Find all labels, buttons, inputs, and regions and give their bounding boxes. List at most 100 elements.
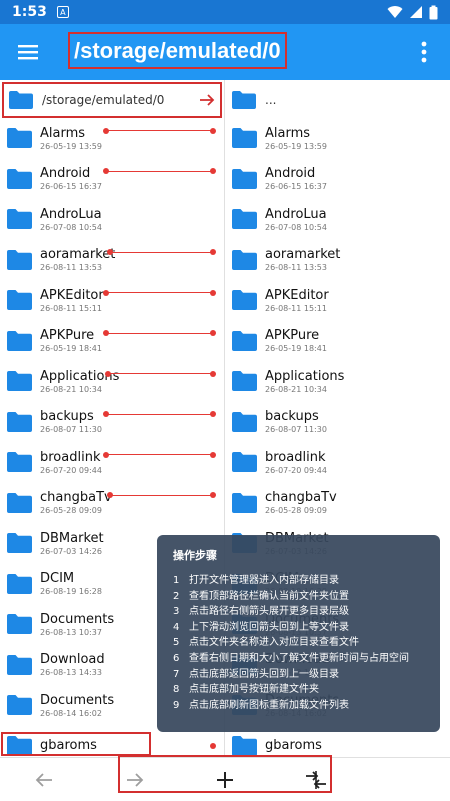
- folder-icon: [7, 128, 32, 149]
- folder-date: 26-08-07 11:30: [40, 425, 102, 435]
- folder-row[interactable]: Applications 26-08-21 10:34: [225, 361, 450, 402]
- folder-date: 26-08-11 15:11: [265, 303, 327, 313]
- folder-name: aoramarket: [265, 247, 341, 263]
- folder-name: Documents: [40, 692, 115, 708]
- annotation-dot: [210, 127, 216, 134]
- folder-name: broadlink: [265, 449, 326, 465]
- folder-row[interactable]: APKEditor 26-08-11 15:11: [0, 280, 224, 321]
- folder-row[interactable]: AndroLua 26-07-08 10:54: [225, 199, 450, 240]
- overlay-step: 1 打开文件管理器进入内部存储目录: [173, 573, 424, 589]
- folder-row[interactable]: broadlink 26-07-20 09:44: [0, 442, 224, 483]
- folder-icon: [7, 614, 32, 635]
- signal-icon: [410, 6, 422, 18]
- folder-row[interactable]: Alarms 26-05-19 13:59: [225, 118, 450, 159]
- step-number: 5: [173, 637, 180, 649]
- folder-name: gbaroms: [265, 738, 322, 754]
- folder-row[interactable]: broadlink 26-07-20 09:44: [225, 442, 450, 483]
- folder-icon: [7, 249, 32, 270]
- folder-row[interactable]: APKPure 26-05-19 18:41: [0, 321, 224, 362]
- folder-date: 26-08-21 10:34: [265, 384, 327, 394]
- folder-date: 26-08-14 16:02: [40, 708, 102, 718]
- folder-date: 26-07-08 10:54: [40, 222, 102, 232]
- folder-date: 26-05-19 13:59: [40, 141, 102, 151]
- more-options-button[interactable]: [404, 32, 444, 72]
- step-number: 4: [173, 621, 180, 633]
- folder-name: AndroLua: [40, 206, 102, 222]
- folder-icon: [7, 371, 32, 392]
- annotation-line: [103, 330, 216, 336]
- folder-date: 26-07-20 09:44: [265, 465, 327, 475]
- annotation-dot: [103, 168, 109, 174]
- folder-icon: [7, 492, 32, 513]
- overlay-step: 2 查看顶部路径栏确认当前文件夹位置: [173, 589, 424, 605]
- folder-texts: Download26-08-13 14:33: [40, 651, 105, 678]
- folder-icon: [232, 249, 257, 270]
- folder-row[interactable]: Android 26-06-15 16:37: [225, 159, 450, 200]
- folder-texts: APKPure 26-05-19 18:41: [265, 327, 327, 354]
- folder-name: changbaTv: [265, 490, 337, 506]
- folder-texts: gbaroms: [265, 737, 322, 754]
- folder-date: 26-07-20 09:44: [40, 465, 102, 475]
- overlay-title: 操作步骤: [173, 549, 217, 562]
- overlay-steps: 1 打开文件管理器进入内部存储目录 2 查看顶部路径栏确认当前文件夹位置 3 点击路径右侧…: [173, 573, 424, 713]
- annotation-line: [107, 249, 216, 255]
- annotation-dot: [210, 411, 216, 417]
- left-path-bar[interactable]: /storage/emulated/0: [2, 82, 222, 118]
- folder-icon: [232, 330, 257, 351]
- folder-row[interactable]: aoramarket 26-08-11 13:53: [225, 240, 450, 281]
- folder-icon: [232, 452, 257, 473]
- annotation-dot: [103, 330, 109, 336]
- arrow-right-icon[interactable]: [198, 91, 216, 109]
- folder-icon: [232, 168, 257, 189]
- arrow-left-icon: [35, 773, 52, 787]
- folder-texts: Android 26-06-15 16:37: [40, 165, 102, 192]
- folder-row[interactable]: Android 26-06-15 16:37: [0, 159, 224, 200]
- folder-name: AndroLua: [265, 206, 327, 222]
- step-number: 6: [173, 652, 180, 664]
- folder-texts: Applications 26-08-21 10:34: [265, 368, 344, 395]
- folder-icon: [7, 168, 32, 189]
- folder-row[interactable]: changbaTv 26-05-28 09:09: [225, 483, 450, 524]
- folder-texts: APKEditor 26-08-11 15:11: [40, 287, 104, 314]
- annotation-dot: [103, 411, 109, 417]
- step-text: 点击路径右侧箭头展开更多目录层级: [189, 606, 349, 618]
- folder-date: 26-08-11 13:53: [265, 263, 327, 273]
- annotation-dot: [210, 330, 216, 336]
- back-button[interactable]: [30, 766, 58, 794]
- annotation-dot: [107, 492, 113, 498]
- folder-row[interactable]: Applications 26-08-21 10:34: [0, 361, 224, 402]
- folder-row[interactable]: AndroLua 26-07-08 10:54: [0, 199, 224, 240]
- annotation-dot: [210, 289, 216, 296]
- folder-date: 26-05-19 18:41: [265, 344, 327, 354]
- folder-name: Android: [265, 166, 316, 182]
- folder-texts: DCIM26-08-19 16:28: [40, 570, 102, 597]
- folder-texts: backups 26-08-07 11:30: [40, 408, 102, 435]
- menu-button[interactable]: [0, 24, 56, 80]
- right-up-row[interactable]: ...: [227, 82, 448, 118]
- folder-row[interactable]: APKEditor 26-08-11 15:11: [225, 280, 450, 321]
- folder-name: Alarms: [265, 125, 311, 141]
- overlay-step: 3 点击路径右侧箭头展开更多目录层级: [173, 604, 424, 620]
- folder-row[interactable]: aoramarket 26-08-11 13:53: [0, 240, 224, 281]
- folder-date: 26-08-07 11:30: [265, 425, 327, 435]
- folder-row[interactable]: backups 26-08-07 11:30: [0, 402, 224, 443]
- folder-row[interactable]: changbaTv 26-05-28 09:09: [0, 483, 224, 524]
- folder-texts: Alarms 26-05-19 13:59: [265, 125, 327, 152]
- overlay-step: 9 点击底部刷新图标重新加载文件列表: [173, 698, 424, 714]
- annotation-dot: [210, 370, 216, 377]
- folder-row[interactable]: APKPure 26-05-19 18:41: [225, 321, 450, 362]
- folder-row[interactable]: backups 26-08-07 11:30: [225, 402, 450, 443]
- folder-name: backups: [40, 409, 94, 425]
- step-text: 点击底部返回箭头回到上一级目录: [189, 668, 339, 680]
- folder-row[interactable]: Alarms 26-05-19 13:59: [0, 118, 224, 159]
- annotation-dot: [210, 451, 216, 458]
- folder-date: 26-05-28 09:09: [265, 506, 327, 516]
- folder-date: 26-07-03 14:26: [40, 546, 102, 556]
- step-number: 8: [173, 684, 180, 696]
- folder-date: 26-06-15 16:37: [40, 182, 102, 192]
- folder-icon: [7, 654, 32, 675]
- step-number: 7: [173, 668, 180, 680]
- folder-icon: [7, 290, 32, 311]
- annotation-dot: [210, 492, 216, 498]
- step-text: 打开文件管理器进入内部存储目录: [189, 575, 339, 586]
